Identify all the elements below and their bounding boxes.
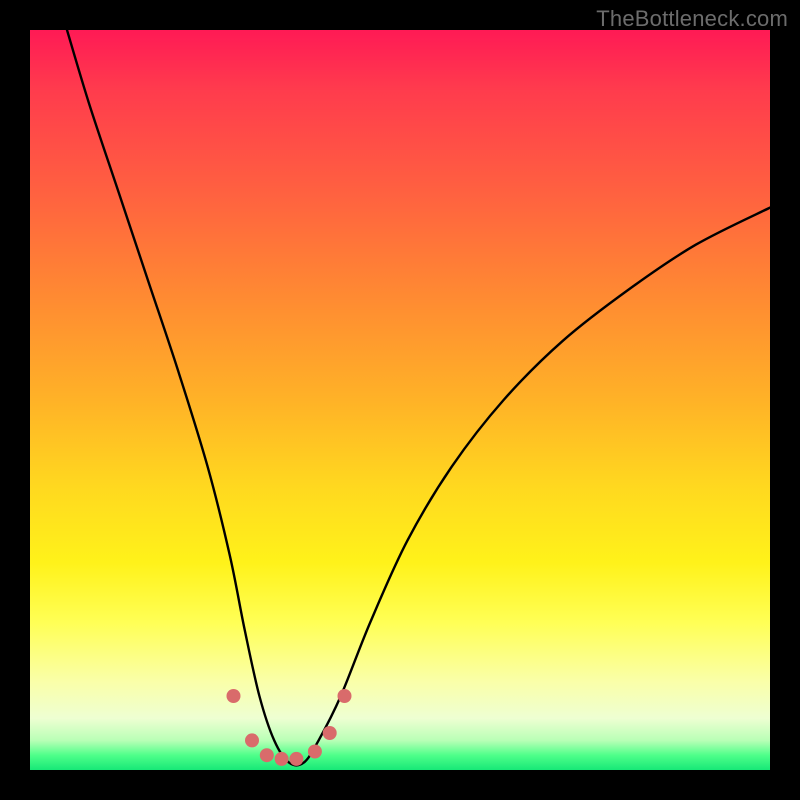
plot-area <box>30 30 770 770</box>
bottleneck-curve <box>67 30 770 765</box>
highlight-dot <box>227 689 241 703</box>
highlight-dot <box>338 689 352 703</box>
highlight-dot <box>289 752 303 766</box>
chart-frame: TheBottleneck.com <box>0 0 800 800</box>
highlight-dot <box>245 733 259 747</box>
highlight-dot <box>275 752 289 766</box>
highlight-dot <box>308 745 322 759</box>
highlight-dot <box>323 726 337 740</box>
highlight-dots <box>227 689 352 766</box>
curve-layer <box>30 30 770 770</box>
watermark-text: TheBottleneck.com <box>596 6 788 32</box>
highlight-dot <box>260 748 274 762</box>
